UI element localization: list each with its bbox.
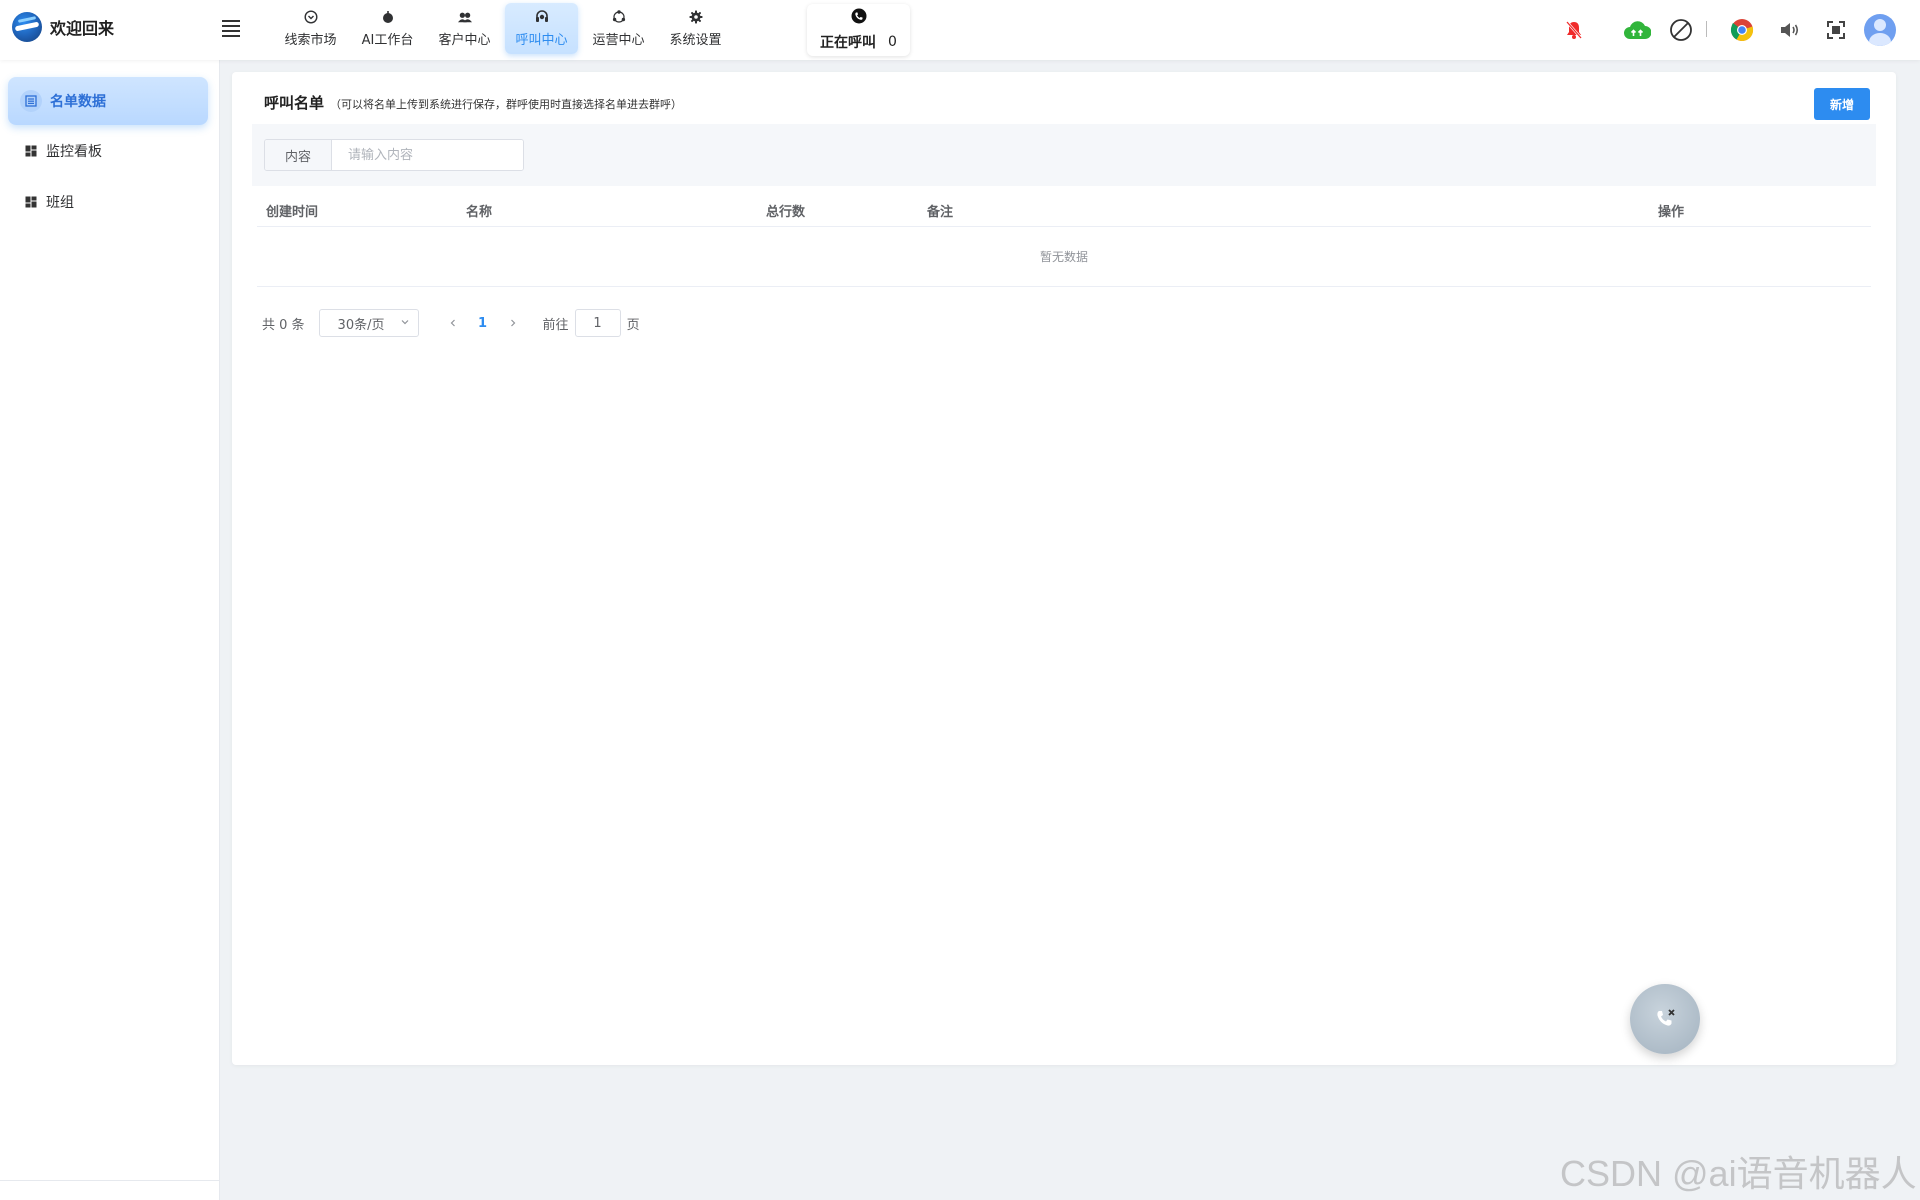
nav-item-operations-center[interactable]: 运营中心 [582,3,655,54]
chevron-right-icon [510,319,515,327]
headset-icon [535,9,549,24]
page-size-value: 30条/页 [337,317,385,333]
next-page-button[interactable] [499,309,527,337]
menu-toggle-button[interactable] [222,20,240,38]
goto-label: 前往 [542,317,569,333]
watermark: CSDN @ai语音机器人 [1560,1153,1917,1194]
calling-label: 正在呼叫 [820,35,877,51]
search-group: 内容 [264,139,524,171]
top-nav: 线索市场 AI工作台 客户中心 呼叫中心 运营中心 系统设置 [274,3,736,54]
nav-label: 客户中心 [438,32,491,48]
card-header: 呼叫名单 （可以将名单上传到系统进行保存，群呼使用时直接选择名单进去群呼） [264,92,682,113]
page-number[interactable]: 1 [467,309,499,337]
goto-page-input[interactable] [574,309,621,337]
logo-icon [12,12,42,42]
search-bar: 内容 [252,124,1876,186]
nav-label: AI工作台 [361,32,414,48]
dashboard-icon [24,144,38,158]
empty-text: 暂无数据 [1039,250,1088,264]
cycle-icon [612,9,626,24]
table-empty-row: 暂无数据 [257,227,1871,287]
phone-hangup-button[interactable] [1630,984,1700,1054]
call-list-card: 呼叫名单 （可以将名单上传到系统进行保存，群呼使用时直接选择名单进去群呼） 新增… [232,72,1896,1065]
column-header-remark[interactable]: 备注 [927,201,953,220]
add-button[interactable]: 新增 [1814,88,1870,120]
sidebar-divider [0,1180,220,1181]
calling-status[interactable]: 正在呼叫 0 [807,4,910,56]
sidebar-item-label: 班组 [46,195,74,211]
list-icon [20,90,42,112]
sidebar-item-label: 名单数据 [50,94,106,110]
users-icon [457,10,472,24]
disabled-icon[interactable] [1669,18,1693,42]
robot-icon [381,10,395,24]
nav-label: 呼叫中心 [515,32,568,48]
nav-label: 线索市场 [284,32,337,48]
phone-hangup-icon [1657,1009,1675,1026]
cloud-upload-icon[interactable] [1623,18,1651,42]
brand-text: 欢迎回来 [50,19,115,38]
bell-off-icon[interactable] [1562,18,1586,42]
nav-label: 系统设置 [669,32,722,48]
nav-label: 运营中心 [592,32,645,48]
brand[interactable]: 欢迎回来 [12,12,114,42]
gear-icon [689,10,703,24]
column-header-actions[interactable]: 操作 [1658,201,1684,220]
top-header: 欢迎回来 线索市场 AI工作台 客户中心 呼叫中心 运营中心 系统设置 正在呼叫… [0,0,1920,60]
chevron-circle-icon [303,9,318,24]
calling-count: 0 [888,34,897,50]
nav-item-call-center[interactable]: 呼叫中心 [505,3,578,54]
column-header-total-rows[interactable]: 总行数 [766,201,805,220]
call-list-table: 创建时间 名称 总行数 备注 操作 暂无数据 [257,191,1871,287]
column-header-name[interactable]: 名称 [466,201,492,220]
header-divider [1706,21,1707,37]
sidebar-item-list-data[interactable]: 名单数据 [8,77,208,125]
chrome-icon[interactable] [1730,18,1754,42]
search-input[interactable] [332,140,523,170]
page-suffix: 页 [626,317,640,333]
nav-item-ai-workbench[interactable]: AI工作台 [351,3,424,54]
chevron-left-icon [450,319,455,327]
sidebar: 名单数据 监控看板 班组 [0,60,220,1200]
fullscreen-icon[interactable] [1824,18,1848,42]
chevron-down-icon [400,316,410,331]
nav-item-customer-center[interactable]: 客户中心 [428,3,501,54]
page-size-select[interactable]: 30条/页 [318,309,419,337]
dashboard-icon [24,195,38,209]
page-title: 呼叫名单 [264,94,325,112]
page-subtitle: （可以将名单上传到系统进行保存，群呼使用时直接选择名单进去群呼） [330,98,683,111]
table-header: 创建时间 名称 总行数 备注 操作 [257,191,1871,227]
volume-icon[interactable] [1777,18,1801,42]
column-header-created-time[interactable]: 创建时间 [266,201,318,220]
user-avatar[interactable] [1864,14,1896,46]
sidebar-item-monitor-board[interactable]: 监控看板 [8,127,208,175]
prev-page-button[interactable] [439,309,467,337]
pagination-total: 共 0 条 [262,317,305,333]
nav-item-leads-market[interactable]: 线索市场 [274,3,347,54]
sidebar-item-label: 监控看板 [46,144,102,160]
pagination: 共 0 条 30条/页 1 前往 页 [262,309,640,337]
nav-item-system-settings[interactable]: 系统设置 [659,3,732,54]
search-label: 内容 [265,140,332,170]
sidebar-item-team[interactable]: 班组 [8,178,208,226]
phone-icon [851,8,867,28]
